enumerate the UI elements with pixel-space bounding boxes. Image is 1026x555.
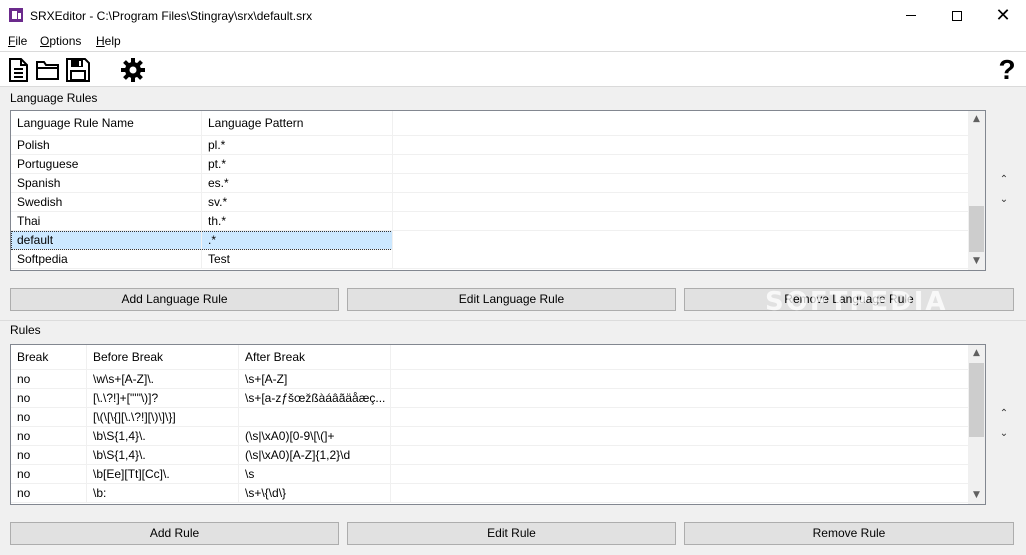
move-down-icon[interactable]: ⌄ — [998, 428, 1010, 439]
language-rule-name: Portuguese — [11, 155, 202, 174]
menu-options[interactable]: Options — [40, 34, 81, 48]
close-icon: ✕ — [995, 4, 1011, 26]
remove-language-rule-button[interactable]: Remove Language Rule — [684, 288, 1014, 311]
table-row[interactable]: no [\.\?!]+["'"\)]? \s+[a-zƒšœžßàáâãäåæç… — [11, 389, 968, 408]
new-document-icon[interactable] — [6, 57, 32, 83]
scroll-up-icon[interactable]: ▲ — [968, 345, 985, 362]
table-row[interactable]: no \b\S{1,4}\. (\s|\xA0)[A-Z]{1,2}\d — [11, 446, 968, 465]
window-title: SRXEditor - C:\Program Files\Stingray\sr… — [30, 9, 313, 23]
table-row[interactable]: Thai th.* — [11, 212, 968, 231]
break-value: no — [11, 408, 87, 427]
scroll-down-icon[interactable]: ▼ — [968, 253, 985, 270]
language-pattern: pl.* — [202, 136, 393, 155]
before-break-value: [\.\?!]+["'"\)]? — [87, 389, 239, 408]
table-row[interactable]: Polish pl.* — [11, 136, 968, 155]
remove-rule-button[interactable]: Remove Rule — [684, 522, 1014, 545]
table-row[interactable]: Swedish sv.* — [11, 193, 968, 212]
table-row[interactable]: Portuguese pt.* — [11, 155, 968, 174]
language-pattern: .* — [202, 231, 393, 250]
maximize-button[interactable] — [934, 0, 980, 31]
table-row[interactable]: Spanish es.* — [11, 174, 968, 193]
help-question-icon[interactable]: ? — [994, 56, 1020, 84]
rules-table[interactable]: Break Before Break After Break no \w\s+[… — [10, 344, 986, 505]
break-value: no — [11, 389, 87, 408]
before-break-value: \b\S{1,4}\. — [87, 427, 239, 446]
maximize-icon — [952, 10, 962, 21]
table-row-selected[interactable]: default .* — [11, 231, 393, 250]
after-break-value: \s — [239, 465, 391, 484]
column-header-language-pattern[interactable]: Language Pattern — [202, 111, 393, 136]
table-row[interactable]: no \w\s+[A-Z]\. \s+[A-Z] — [11, 370, 968, 389]
language-rule-name: Spanish — [11, 174, 202, 193]
menu-help[interactable]: Help — [96, 34, 121, 48]
break-value: no — [11, 370, 87, 389]
column-header-before-break[interactable]: Before Break — [87, 345, 239, 370]
table-row[interactable]: no [\(\[\{][\.\?!][\)\]\}] — [11, 408, 968, 427]
rules-label: Rules — [10, 323, 41, 337]
language-pattern: sv.* — [202, 193, 393, 212]
column-header-language-rule-name[interactable]: Language Rule Name — [11, 111, 202, 136]
table-row[interactable]: Softpedia Test — [11, 250, 968, 269]
table-row[interactable]: no \b\S{1,4}\. (\s|\xA0)[0-9\[\(]+ — [11, 427, 968, 446]
before-break-value: \b[Ee][Tt][Cc]\. — [87, 465, 239, 484]
move-up-icon[interactable]: ⌃ — [998, 408, 1010, 419]
open-folder-icon[interactable] — [35, 57, 61, 83]
before-break-value: [\(\[\{][\.\?!][\)\]\}] — [87, 408, 239, 427]
before-break-value: \b: — [87, 484, 239, 503]
column-header-after-break[interactable]: After Break — [239, 345, 391, 370]
before-break-value: \w\s+[A-Z]\. — [87, 370, 239, 389]
language-rule-name: Polish — [11, 136, 202, 155]
language-rule-name: Swedish — [11, 193, 202, 212]
menu-file[interactable]: File — [8, 34, 27, 48]
settings-gear-icon[interactable] — [120, 57, 146, 83]
break-value: no — [11, 465, 87, 484]
language-rule-name: Softpedia — [11, 250, 202, 269]
close-button[interactable]: ✕ — [980, 0, 1026, 31]
menu-bar: File Options Help — [0, 31, 1026, 51]
after-break-value: \s+[A-Z] — [239, 370, 391, 389]
language-pattern: Test — [202, 250, 393, 269]
language-pattern: th.* — [202, 212, 393, 231]
language-rule-name: default — [11, 231, 202, 250]
column-header-break[interactable]: Break — [11, 345, 87, 370]
language-pattern: pt.* — [202, 155, 393, 174]
after-break-value: \s+\{\d\} — [239, 484, 391, 503]
move-down-icon[interactable]: ⌄ — [998, 194, 1010, 205]
scroll-thumb[interactable] — [969, 363, 984, 437]
table-row[interactable]: no \b: \s+\{\d\} — [11, 484, 968, 503]
before-break-value: \b\S{1,4}\. — [87, 446, 239, 465]
break-value: no — [11, 427, 87, 446]
edit-rule-button[interactable]: Edit Rule — [347, 522, 676, 545]
table-header: Language Rule Name Language Pattern — [11, 111, 968, 136]
add-language-rule-button[interactable]: Add Language Rule — [10, 288, 339, 311]
table-header: Break Before Break After Break — [11, 345, 968, 370]
break-value: no — [11, 446, 87, 465]
save-disk-icon[interactable] — [65, 57, 91, 83]
add-rule-button[interactable]: Add Rule — [10, 522, 339, 545]
table-row[interactable]: no \b[Ee][Tt][Cc]\. \s — [11, 465, 968, 484]
after-break-value: \s+[a-zƒšœžßàáâãäåæç... — [239, 389, 391, 408]
minimize-button[interactable] — [888, 0, 934, 31]
after-break-value: (\s|\xA0)[A-Z]{1,2}\d — [239, 446, 391, 465]
scroll-up-icon[interactable]: ▲ — [968, 111, 985, 128]
divider — [0, 320, 1026, 321]
edit-language-rule-button[interactable]: Edit Language Rule — [347, 288, 676, 311]
scroll-down-icon[interactable]: ▼ — [968, 487, 985, 504]
app-icon — [9, 8, 23, 22]
break-value: no — [11, 484, 87, 503]
minimize-icon — [906, 15, 916, 16]
rules-scrollbar[interactable]: ▲ ▼ — [968, 345, 985, 504]
language-rules-scrollbar[interactable]: ▲ ▼ — [968, 111, 985, 270]
after-break-value — [239, 408, 391, 427]
toolbar: ? — [0, 51, 1026, 87]
language-rule-name: Thai — [11, 212, 202, 231]
scroll-thumb[interactable] — [969, 206, 984, 252]
title-bar: SRXEditor - C:\Program Files\Stingray\sr… — [0, 0, 1026, 31]
move-up-icon[interactable]: ⌃ — [998, 174, 1010, 185]
language-rules-table[interactable]: Language Rule Name Language Pattern Poli… — [10, 110, 986, 271]
after-break-value: (\s|\xA0)[0-9\[\(]+ — [239, 427, 391, 446]
language-rules-label: Language Rules — [10, 91, 98, 105]
language-pattern: es.* — [202, 174, 393, 193]
